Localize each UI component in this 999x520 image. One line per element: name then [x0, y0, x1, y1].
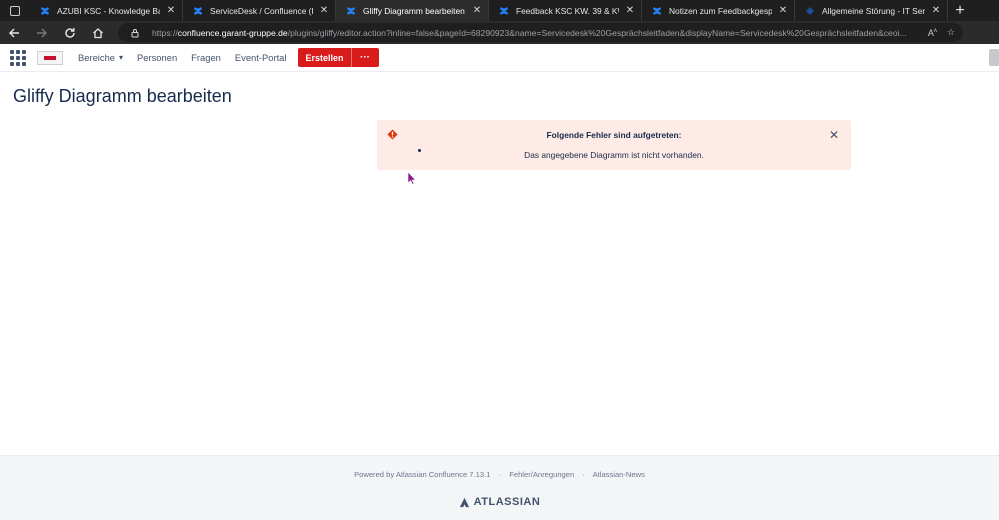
- app-switcher-grid-icon[interactable]: [10, 49, 26, 66]
- error-message-box: Folgende Fehler sind aufgetreten: ✕ Das …: [377, 120, 851, 170]
- tab-title: Notizen zum Feedbackgespräch: [669, 5, 772, 16]
- browser-tab-4[interactable]: Feedback KSC KW. 39 & KW. 41 ✕: [489, 0, 642, 21]
- create-button[interactable]: Erstellen: [298, 48, 351, 67]
- footer-link-feedback[interactable]: Fehler/Anregungen: [509, 470, 574, 479]
- back-arrow-icon[interactable]: [0, 21, 28, 44]
- footer-powered-by: Powered by Atlassian Confluence 7.13.1: [354, 470, 491, 479]
- tab-title: AZUBI KSC - Knowledge Base - C: [57, 5, 160, 16]
- nav-fragen[interactable]: Fragen: [191, 52, 221, 63]
- nav-bereiche[interactable]: Bereiche ▾: [78, 52, 123, 63]
- close-icon[interactable]: ✕: [931, 5, 941, 16]
- home-icon[interactable]: [84, 21, 112, 44]
- tab-actions-menu-icon[interactable]: [0, 0, 30, 21]
- nav-personen[interactable]: Personen: [137, 52, 177, 63]
- new-tab-plus-icon[interactable]: +: [948, 0, 972, 21]
- close-icon[interactable]: ✕: [166, 5, 176, 16]
- tab-title: Gliffy Diagramm bearbeiten - Ga: [363, 5, 466, 16]
- footer-link-news[interactable]: Atlassian-News: [593, 470, 645, 479]
- browser-tab-2[interactable]: ServiceDesk / Confluence (KSC) ✕: [183, 0, 336, 21]
- reload-icon[interactable]: [56, 21, 84, 44]
- close-icon[interactable]: ✕: [778, 5, 788, 16]
- atlassian-logo[interactable]: ATLASSIAN: [0, 496, 999, 508]
- tab-title: Allgemeine Störung - IT Servicec: [822, 5, 925, 16]
- lock-icon: [131, 28, 139, 37]
- chevron-down-icon: ▾: [119, 53, 124, 62]
- browser-address-bar: https://confluence.garant-gruppe.de/plug…: [0, 21, 999, 44]
- favorite-star-icon[interactable]: ☆: [947, 27, 955, 38]
- confluence-icon: [500, 6, 508, 15]
- scrollbar-thumb[interactable]: [989, 49, 999, 66]
- close-icon[interactable]: ✕: [829, 128, 839, 142]
- nav-event-portal[interactable]: Event-Portal: [235, 52, 287, 63]
- company-logo[interactable]: [37, 50, 63, 65]
- jira-service-icon: [806, 6, 814, 15]
- confluence-icon: [194, 6, 202, 15]
- confluence-icon: [653, 6, 661, 15]
- read-aloud-icon[interactable]: Aʌ: [928, 28, 937, 38]
- browser-tab-1[interactable]: AZUBI KSC - Knowledge Base - C ✕: [30, 0, 183, 21]
- page-title: Gliffy Diagramm bearbeiten: [13, 86, 232, 106]
- confluence-icon: [41, 6, 49, 15]
- url-text: https://confluence.garant-gruppe.de/plug…: [152, 27, 907, 38]
- error-message: Das angegebene Diagramm ist nicht vorhan…: [524, 150, 704, 160]
- page-footer: Powered by Atlassian Confluence 7.13.1 ·…: [0, 455, 999, 520]
- close-icon[interactable]: ✕: [472, 5, 482, 16]
- more-options-button[interactable]: ···: [350, 48, 379, 67]
- atlassian-triangle-icon: [459, 497, 469, 507]
- confluence-icon: [347, 6, 355, 15]
- close-icon[interactable]: ✕: [319, 5, 329, 16]
- error-title: Folgende Fehler sind aufgetreten:: [546, 130, 682, 140]
- tab-title: ServiceDesk / Confluence (KSC): [210, 5, 313, 16]
- url-input[interactable]: https://confluence.garant-gruppe.de/plug…: [118, 23, 963, 42]
- forward-arrow-icon[interactable]: [28, 21, 56, 44]
- browser-tab-5[interactable]: Notizen zum Feedbackgespräch ✕: [642, 0, 795, 21]
- mouse-cursor-icon: [407, 171, 417, 185]
- close-icon[interactable]: ✕: [625, 5, 635, 16]
- browser-tab-6[interactable]: Allgemeine Störung - IT Servicec ✕: [795, 0, 948, 21]
- tab-title: Feedback KSC KW. 39 & KW. 41: [516, 5, 619, 16]
- footer-links: Powered by Atlassian Confluence 7.13.1 ·…: [354, 470, 645, 479]
- browser-tab-strip: AZUBI KSC - Knowledge Base - C ✕ Service…: [0, 0, 999, 21]
- confluence-header: Bereiche ▾ Personen Fragen Event-Portal E…: [0, 44, 999, 72]
- browser-tab-3-active[interactable]: Gliffy Diagramm bearbeiten - Ga ✕: [336, 0, 489, 21]
